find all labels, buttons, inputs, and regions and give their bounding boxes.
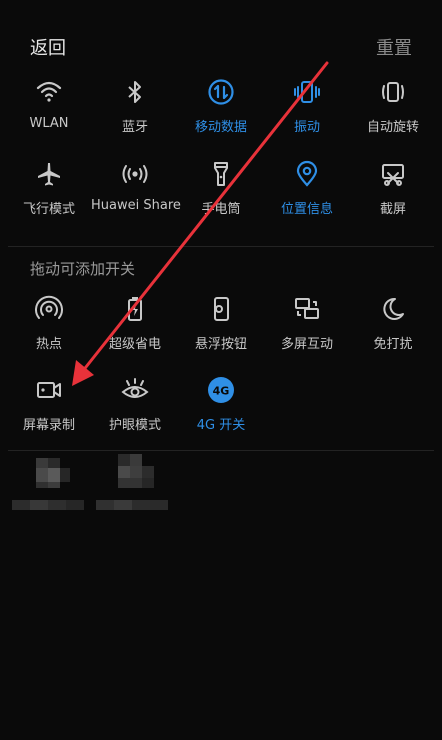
toggle-label: 4G 开关 <box>196 418 246 433</box>
toggle-flashlight[interactable]: 手电筒 <box>177 160 265 230</box>
back-button[interactable]: 返回 <box>30 34 66 60</box>
toggle-location[interactable]: 位置信息 <box>263 160 351 230</box>
huawei-share-icon <box>91 160 179 190</box>
flashlight-icon <box>177 160 265 190</box>
toggle-label: 护眼模式 <box>108 418 161 433</box>
toggle-screenshot[interactable]: 截屏 <box>349 160 437 230</box>
toggle-label: Huawei Share <box>91 198 181 213</box>
toggle-power-saving[interactable]: 超级省电 <box>91 295 179 365</box>
wifi-icon <box>5 78 93 108</box>
toggle-label: 振动 <box>293 120 320 135</box>
toggle-label: 移动数据 <box>194 120 247 135</box>
toggle-screen-record[interactable]: 屏幕录制 <box>5 376 93 446</box>
vibrate-icon <box>263 78 351 108</box>
toggle-label: 手电筒 <box>201 202 241 217</box>
toggle-label: 自动旋转 <box>366 120 419 135</box>
toggle-label: 飞行模式 <box>22 202 75 217</box>
moon-icon <box>349 295 437 325</box>
toggle-label: 免打扰 <box>373 337 413 352</box>
power-saving-icon <box>91 295 179 325</box>
blurred-tile <box>12 450 90 520</box>
toggle-label: 位置信息 <box>280 202 333 217</box>
toggle-vibrate[interactable]: 振动 <box>263 78 351 148</box>
auto-rotate-icon <box>349 78 437 108</box>
screen-record-icon <box>5 376 93 406</box>
toggle-eye-comfort[interactable]: 护眼模式 <box>91 376 179 446</box>
airplane-icon <box>5 160 93 190</box>
blurred-tile <box>96 450 178 520</box>
toggle-floating-button[interactable]: 悬浮按钮 <box>177 295 265 365</box>
toggle-label: 屏幕录制 <box>22 418 75 433</box>
toggle-do-not-disturb[interactable]: 免打扰 <box>349 295 437 365</box>
toggle-label: 截屏 <box>379 202 406 217</box>
toggle-label: 超级省电 <box>108 337 161 352</box>
toggle-label: 热点 <box>35 337 62 352</box>
toggle-auto-rotate[interactable]: 自动旋转 <box>349 78 437 148</box>
svg-text:4G: 4G <box>213 385 230 398</box>
screenshot-icon <box>349 160 437 190</box>
header-bar: 返回 重置 <box>0 0 442 90</box>
toggle-huawei-share[interactable]: Huawei Share <box>91 160 181 230</box>
bluetooth-icon <box>91 78 179 108</box>
mobile-data-icon <box>177 78 265 108</box>
location-icon <box>263 160 351 190</box>
toggle-airplane[interactable]: 飞行模式 <box>5 160 93 230</box>
4g-icon: 4G <box>177 376 265 406</box>
multi-screen-icon <box>263 295 351 325</box>
toggle-label: WLAN <box>29 116 69 131</box>
toggle-multi-screen[interactable]: 多屏互动 <box>263 295 351 365</box>
toggle-label: 多屏互动 <box>280 337 333 352</box>
toggle-4g[interactable]: 4G 4G 开关 <box>177 376 265 446</box>
toggle-bluetooth[interactable]: 蓝牙 <box>91 78 179 148</box>
toggle-label: 蓝牙 <box>121 120 148 135</box>
eye-icon <box>91 376 179 406</box>
reset-button[interactable]: 重置 <box>376 34 412 60</box>
toggle-wlan[interactable]: WLAN <box>5 78 93 148</box>
section-title: 拖动可添加开关 <box>30 260 136 278</box>
toggle-hotspot[interactable]: 热点 <box>5 295 93 365</box>
toggle-mobile-data[interactable]: 移动数据 <box>177 78 265 148</box>
hotspot-icon <box>5 295 93 325</box>
toggle-label: 悬浮按钮 <box>194 337 247 352</box>
floating-button-icon <box>177 295 265 325</box>
divider <box>8 246 434 247</box>
